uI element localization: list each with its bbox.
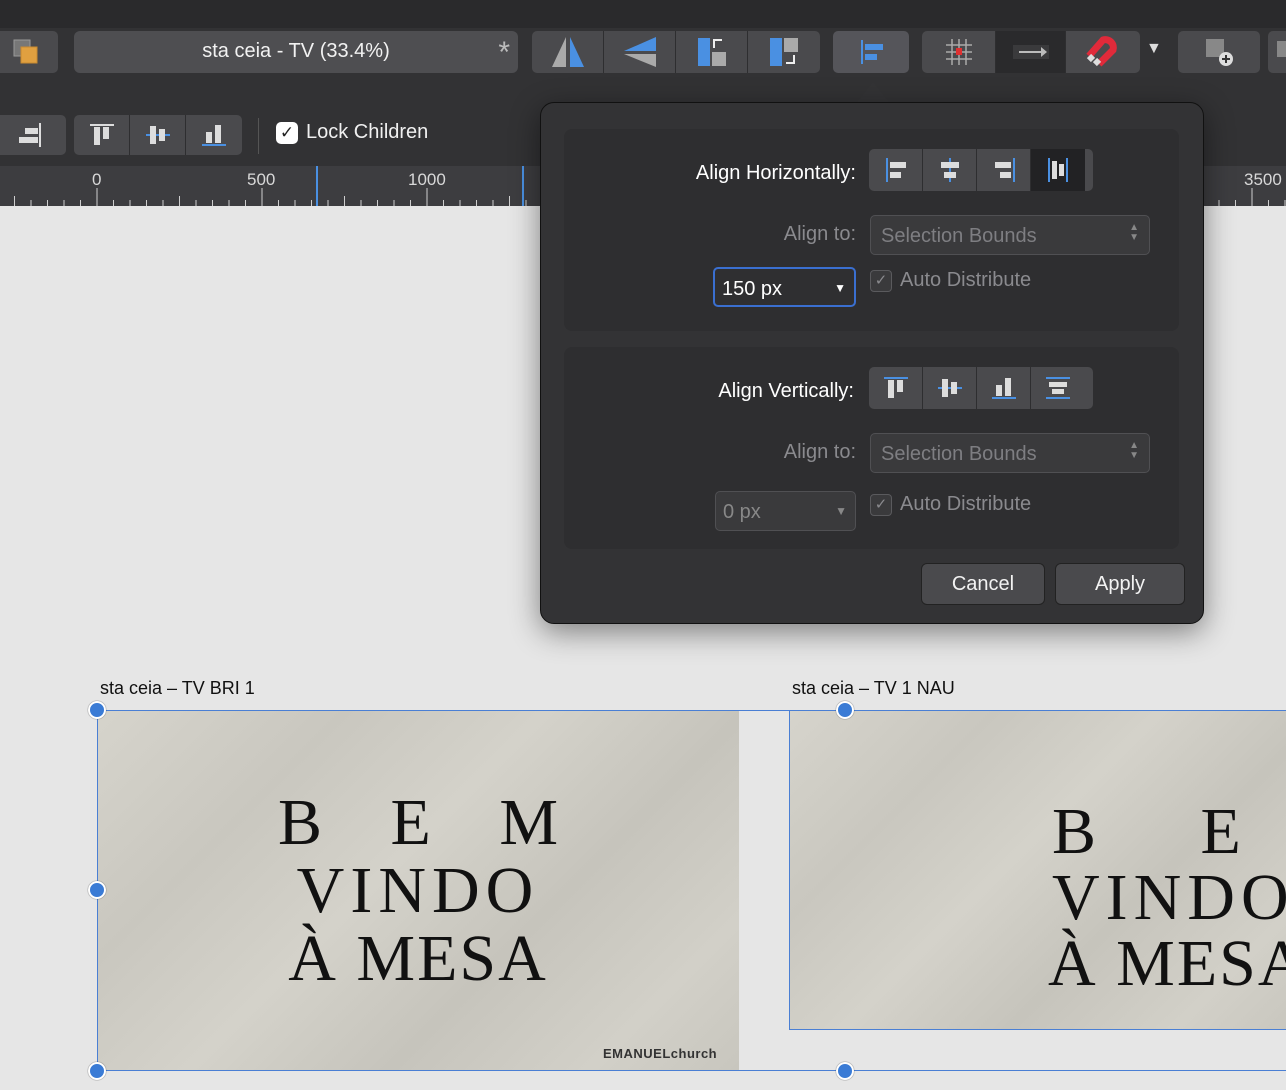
distribute-horizontal-icon[interactable] — [1031, 149, 1085, 191]
align-to-dropdown[interactable]: Selection Bounds ▲ ▼ — [870, 433, 1150, 473]
align-middle-context-icon[interactable] — [130, 115, 186, 155]
snapping-magnet-icon[interactable] — [1066, 31, 1140, 73]
align-right-context-icon[interactable] — [0, 115, 66, 155]
vertical-auto-distribute[interactable]: ✓ Auto Distribute — [870, 493, 1031, 516]
chevron-down-icon[interactable]: ▼ — [834, 281, 846, 295]
align-to-value: Selection Bounds — [881, 443, 1037, 465]
lock-children-label: Lock Children — [306, 121, 429, 143]
lock-children-option[interactable]: ✓ Lock Children — [276, 121, 428, 144]
align-bottom-icon[interactable] — [977, 367, 1031, 409]
selection-handle[interactable] — [88, 1062, 106, 1080]
cancel-button[interactable]: Cancel — [921, 563, 1045, 605]
apply-button[interactable]: Apply — [1055, 563, 1185, 605]
align-left-icon[interactable] — [869, 149, 923, 191]
artboard-name[interactable]: sta ceia – TV 1 NAU — [792, 678, 955, 699]
selection-handle[interactable] — [836, 1062, 854, 1080]
snapping-dropdown-icon[interactable]: ▼ — [1146, 40, 1162, 58]
align-vertically-heading: Align Vertically: — [718, 380, 854, 402]
ruler-label: 3500 — [1244, 170, 1282, 189]
horizontal-align-group: Align Horizontally: Align to: Selection … — [564, 129, 1179, 331]
insert-artboard-icon[interactable] — [1178, 31, 1260, 73]
lock-children-checkbox[interactable]: ✓ — [276, 121, 298, 144]
align-horizontally-heading: Align Horizontally: — [695, 162, 856, 184]
align-icon[interactable] — [833, 31, 909, 73]
auto-distribute-label: Auto Distribute — [900, 269, 1032, 291]
align-center-icon[interactable] — [923, 149, 977, 191]
more-icon[interactable] — [1268, 31, 1286, 73]
ruler-label: 500 — [247, 170, 276, 189]
align-top-icon[interactable] — [869, 367, 923, 409]
updown-icon: ▲ ▼ — [1129, 440, 1139, 461]
align-to-value: Selection Bounds — [881, 225, 1037, 247]
align-right-icon[interactable] — [977, 149, 1031, 191]
selection-box[interactable] — [97, 710, 1286, 1071]
baseline-icon[interactable] — [996, 31, 1066, 73]
popup-pointer — [856, 82, 890, 103]
context-divider — [258, 118, 259, 154]
distribute-vertical-icon[interactable] — [1031, 367, 1085, 409]
horizontal-align-buttons — [869, 149, 1093, 191]
rotate-right-icon[interactable] — [748, 31, 820, 73]
rotate-left-icon[interactable] — [676, 31, 748, 73]
snapping-group — [922, 31, 1140, 73]
horizontal-auto-distribute[interactable]: ✓ Auto Distribute — [870, 269, 1031, 292]
artboard-name[interactable]: sta ceia – TV BRI 1 — [100, 678, 255, 699]
document-title: sta ceia - TV (33.4%) — [202, 40, 390, 62]
ruler-label: 1000 — [408, 170, 446, 189]
vertical-spacing-value: 0 px — [723, 501, 761, 523]
align-to-dropdown[interactable]: Selection Bounds ▲ ▼ — [870, 215, 1150, 255]
auto-distribute-label: Auto Distribute — [900, 493, 1032, 515]
align-middle-icon[interactable] — [923, 367, 977, 409]
vertical-spacing-field[interactable]: 0 px ▼ — [715, 491, 856, 531]
align-to-label: Align to: — [783, 223, 856, 245]
selection-handle[interactable] — [836, 701, 854, 719]
vertical-align-buttons — [869, 367, 1093, 409]
selection-handle[interactable] — [88, 881, 106, 899]
chevron-down-icon[interactable]: ▼ — [835, 504, 847, 518]
flip-rotate-group — [532, 31, 820, 73]
updown-icon: ▲ ▼ — [1129, 222, 1139, 243]
document-tab[interactable]: sta ceia - TV (33.4%) * — [74, 31, 518, 73]
align-to-label: Align to: — [783, 441, 856, 463]
flip-horizontal-icon[interactable] — [532, 31, 604, 73]
vertical-align-group: Align Vertically: Align to: Selection Bo… — [564, 347, 1179, 549]
arrange-icon[interactable] — [0, 31, 58, 73]
flip-vertical-icon[interactable] — [604, 31, 676, 73]
align-popover: Align Horizontally: Align to: Selection … — [540, 102, 1204, 624]
horizontal-spacing-field[interactable]: 150 px ▼ — [713, 267, 856, 307]
title-bar — [0, 0, 1286, 28]
ruler-label: 0 — [92, 170, 102, 189]
selection-handle[interactable] — [88, 701, 106, 719]
context-vertical-align-group — [74, 115, 242, 155]
horizontal-spacing-value: 150 px — [722, 278, 783, 300]
align-bottom-context-icon[interactable] — [186, 115, 242, 155]
grid-icon[interactable] — [922, 31, 996, 73]
auto-distribute-checkbox[interactable]: ✓ — [870, 269, 892, 292]
align-top-context-icon[interactable] — [74, 115, 130, 155]
auto-distribute-checkbox[interactable]: ✓ — [870, 493, 892, 516]
modified-marker: * — [498, 36, 510, 69]
